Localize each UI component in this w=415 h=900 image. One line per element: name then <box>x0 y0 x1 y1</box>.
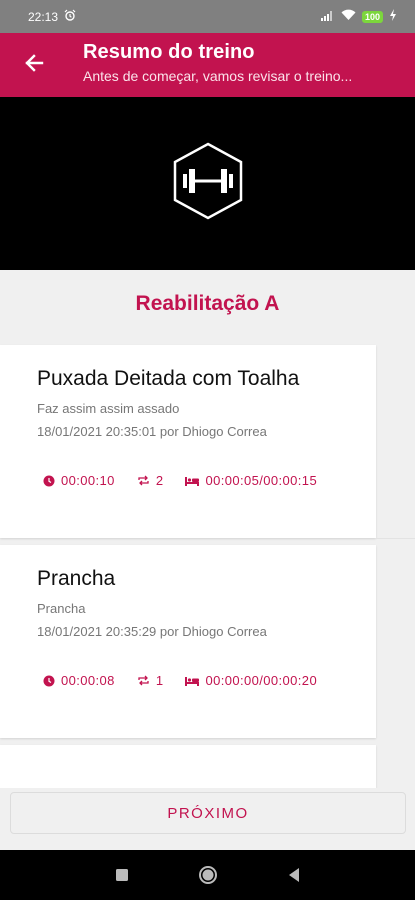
exercise-duration: 00:00:08 <box>61 673 115 688</box>
exercise-repetitions: 1 <box>155 673 164 688</box>
exercise-repetitions: 2 <box>155 473 164 488</box>
exercise-card[interactable]: Prancha Prancha 18/01/2021 20:35:29 por … <box>0 545 376 738</box>
bed-icon <box>185 676 200 686</box>
hero-banner <box>0 97 415 270</box>
back-button[interactable] <box>16 47 52 83</box>
charging-icon <box>389 9 397 24</box>
clock-icon <box>43 675 55 687</box>
exercise-card[interactable]: Puxada Deitada com Toalha Faz assim assi… <box>0 345 376 538</box>
back-triangle-icon[interactable] <box>282 863 306 887</box>
status-time: 22:13 <box>28 9 59 24</box>
bed-icon <box>185 476 200 486</box>
battery-icon: 100 <box>361 10 383 23</box>
exercise-stats: 00:00:08 1 00:00:00/00:00:20 <box>43 673 339 688</box>
exercise-description: Faz assim assim assado <box>37 401 180 416</box>
next-button[interactable]: PRÓXIMO <box>10 792 406 834</box>
status-bar: 22:13 100 <box>0 0 415 33</box>
home-circle-icon[interactable] <box>196 863 220 887</box>
workout-summary: Reabilitação A Puxada Deitada com Toalha… <box>0 270 415 788</box>
recents-square-icon[interactable] <box>110 863 134 887</box>
alarm-icon <box>64 9 76 24</box>
exercise-name: Puxada Deitada com Toalha <box>37 367 300 390</box>
divider <box>376 538 415 539</box>
page-subtitle: Antes de começar, vamos revisar o treino… <box>83 68 353 84</box>
workout-name: Reabilitação A <box>135 292 280 315</box>
exercise-rest: 00:00:05/00:00:15 <box>205 473 318 488</box>
signal-icon <box>320 9 335 24</box>
exercise-meta: 18/01/2021 20:35:01 por Dhiogo Correa <box>37 424 267 439</box>
exercise-duration: 00:00:10 <box>61 473 115 488</box>
footer: PRÓXIMO <box>0 788 415 850</box>
repeat-icon <box>137 475 150 486</box>
back-arrow-icon <box>24 53 44 78</box>
exercise-rest: 00:00:00/00:00:20 <box>205 673 318 688</box>
exercise-stats: 00:00:10 2 00:00:05/00:00:15 <box>43 473 339 488</box>
page-title: Resumo do treino <box>83 41 255 63</box>
repeat-icon <box>137 675 150 686</box>
exercise-card-partial[interactable] <box>0 745 376 788</box>
system-nav-bar <box>0 850 415 900</box>
dumbbell-hexagon-icon <box>172 141 244 226</box>
exercise-description: Prancha <box>37 601 86 616</box>
app-bar: Resumo do treino Antes de começar, vamos… <box>0 33 415 97</box>
exercise-meta: 18/01/2021 20:35:29 por Dhiogo Correa <box>37 624 267 639</box>
wifi-icon <box>341 9 356 24</box>
clock-icon <box>43 475 55 487</box>
exercise-name: Prancha <box>37 567 116 590</box>
